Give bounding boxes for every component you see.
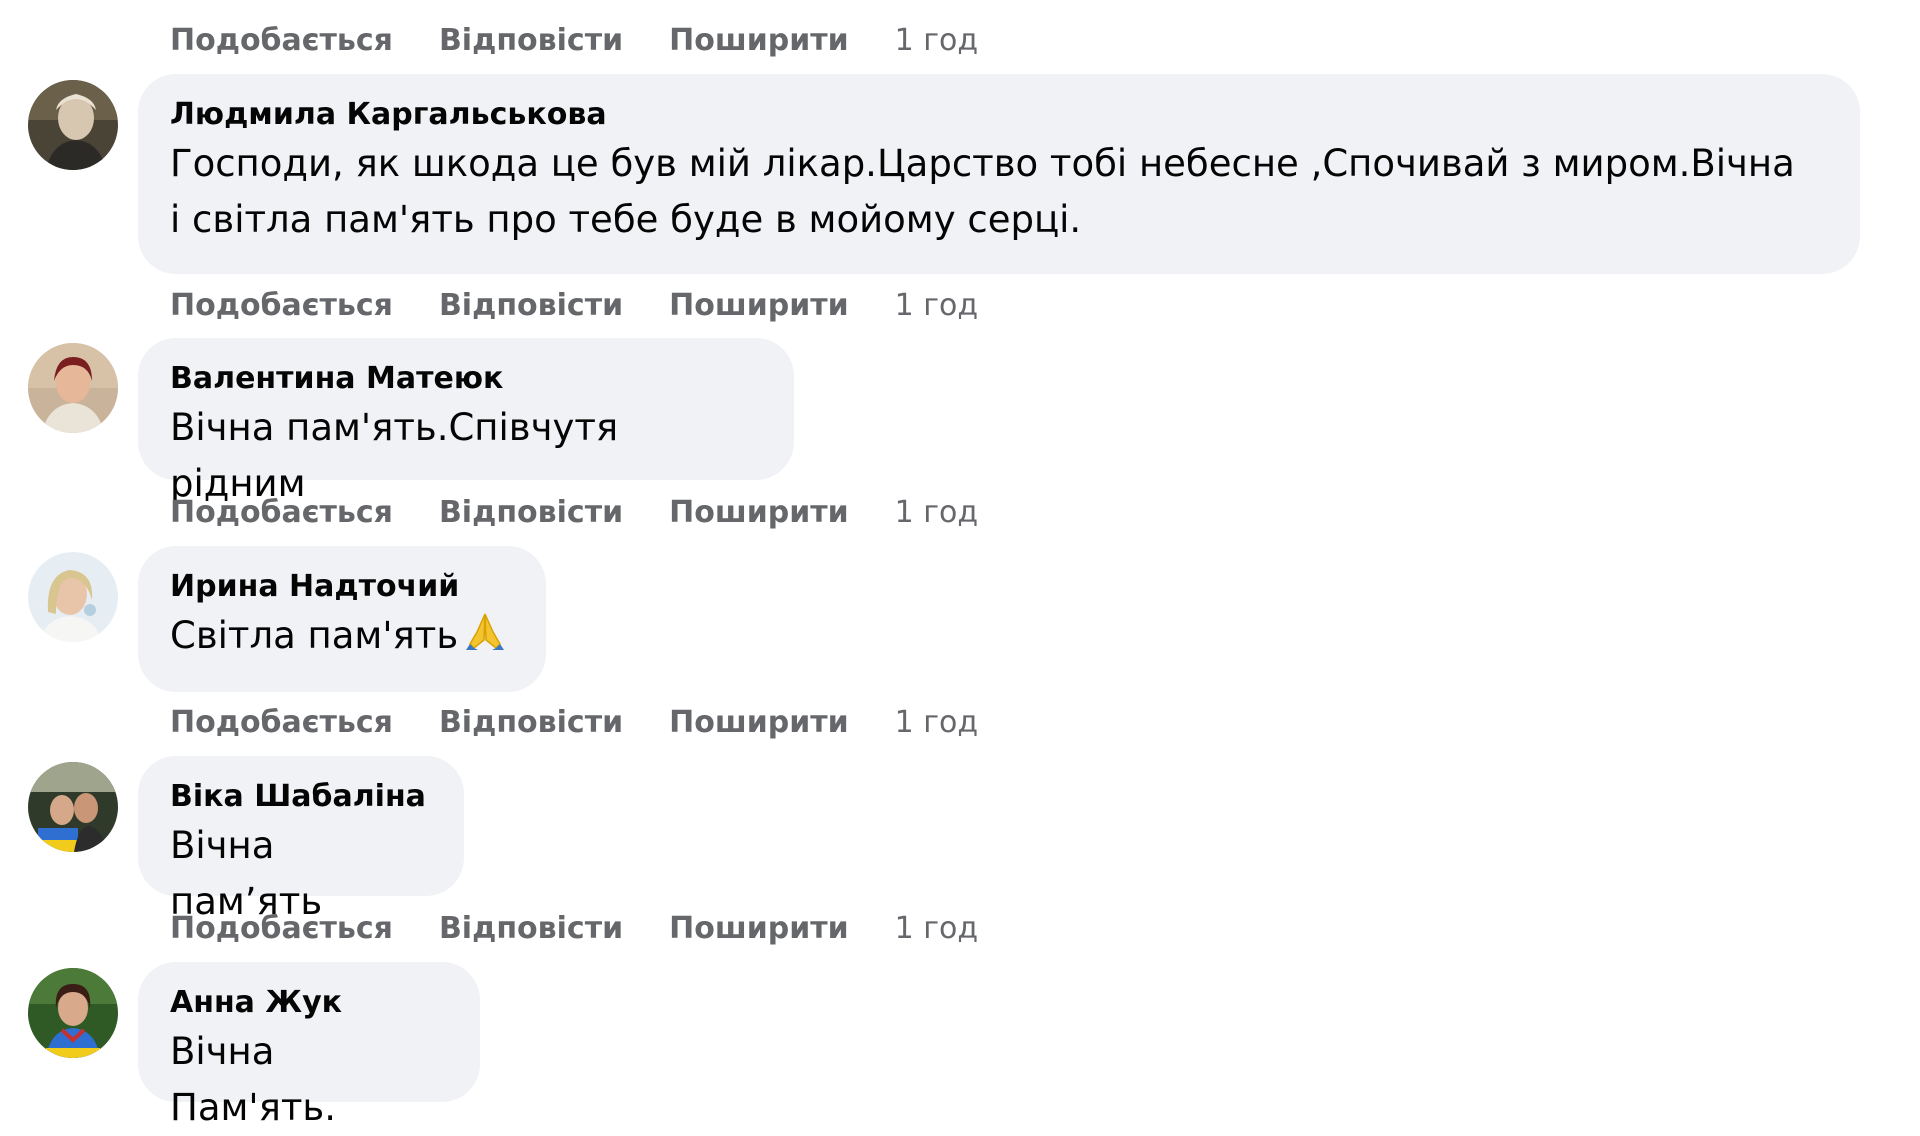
comment-author[interactable]: Анна Жук <box>170 984 448 1022</box>
avatar[interactable] <box>28 343 118 433</box>
avatar[interactable] <box>28 552 118 642</box>
comment-text: Світла пам'ять <box>170 608 514 668</box>
share-button[interactable]: Поширити <box>669 705 849 740</box>
comment-bubble: Ирина Надточий Світла пам'ять <box>138 546 546 692</box>
comment-text-content: Світла пам'ять <box>170 614 459 657</box>
folded-hands-icon <box>464 610 506 668</box>
comment-bubble: Валентина Матеюк Вічна пам'ять.Співчутя … <box>138 338 794 505</box>
avatar[interactable] <box>28 80 118 170</box>
comment-actions: Подобається Відповісти Поширити 1 год <box>170 702 978 742</box>
comment-text-line: і світла пам'ять про тебе буде в мойому … <box>170 198 1082 241</box>
share-button[interactable]: Поширити <box>669 23 849 58</box>
comment-text: Вічна Пам'ять. <box>170 1030 336 1129</box>
reply-button[interactable]: Відповісти <box>439 495 623 530</box>
reply-button[interactable]: Відповісти <box>439 23 623 58</box>
comment-timestamp[interactable]: 1 год <box>895 495 978 530</box>
comment-author[interactable]: Ирина Надточий <box>170 568 514 606</box>
comment-author[interactable]: Віка Шабаліна <box>170 778 432 816</box>
comment-actions: Подобається Відповісти Поширити 1 год <box>170 492 978 532</box>
like-button[interactable]: Подобається <box>170 911 393 946</box>
like-button[interactable]: Подобається <box>170 495 393 530</box>
reply-button[interactable]: Відповісти <box>439 705 623 740</box>
avatar[interactable] <box>28 968 118 1058</box>
reply-button[interactable]: Відповісти <box>439 911 623 946</box>
comment-actions: Подобається Відповісти Поширити 1 год <box>170 285 978 325</box>
share-button[interactable]: Поширити <box>669 288 849 323</box>
like-button[interactable]: Подобається <box>170 288 393 323</box>
like-button[interactable]: Подобається <box>170 705 393 740</box>
share-button[interactable]: Поширити <box>669 495 849 530</box>
comment-timestamp[interactable]: 1 год <box>895 288 978 323</box>
comment-author[interactable]: Валентина Матеюк <box>170 360 762 398</box>
avatar[interactable] <box>28 762 118 852</box>
share-button[interactable]: Поширити <box>669 911 849 946</box>
comment-text-line: Господи, як шкода це був мій лікар.Царст… <box>170 142 1795 185</box>
comment-actions: Подобається Відповісти Поширити 1 год <box>170 20 978 60</box>
comment-author[interactable]: Людмила Каргальськова <box>170 96 1828 134</box>
comment-actions: Подобається Відповісти Поширити 1 год <box>170 908 978 948</box>
comment-bubble: Людмила Каргальськова Господи, як шкода … <box>138 74 1860 274</box>
comment-text: Господи, як шкода це був мій лікар.Царст… <box>170 136 1828 248</box>
comment-timestamp[interactable]: 1 год <box>895 23 978 58</box>
comment-timestamp[interactable]: 1 год <box>895 911 978 946</box>
comment-bubble: Анна Жук Вічна Пам'ять. <box>138 962 480 1129</box>
comments-feed: Подобається Відповісти Поширити 1 год Лю… <box>0 0 1920 1129</box>
reply-button[interactable]: Відповісти <box>439 288 623 323</box>
comment-timestamp[interactable]: 1 год <box>895 705 978 740</box>
comment-bubble: Віка Шабаліна Вічна памʼять <box>138 756 464 923</box>
like-button[interactable]: Подобається <box>170 23 393 58</box>
